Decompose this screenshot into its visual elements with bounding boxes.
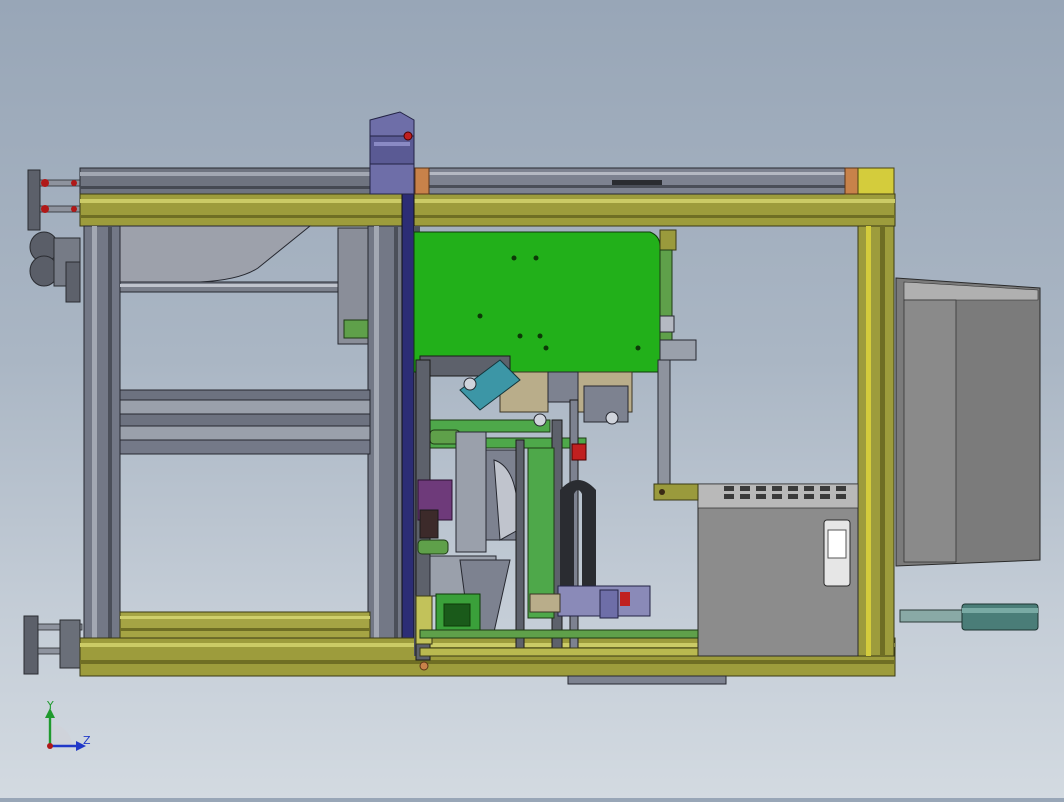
orientation-triad: Y Z bbox=[45, 699, 91, 751]
electrical-cabinet bbox=[895, 277, 1041, 567]
machine-assembly-drawing: Y Z bbox=[23, 111, 1041, 751]
left-lower-feet bbox=[23, 615, 83, 675]
mechanism-cluster bbox=[415, 355, 651, 661]
triad-y-label: Y bbox=[46, 699, 54, 712]
left-casters bbox=[29, 231, 81, 303]
triad-z-label: Z bbox=[83, 734, 91, 747]
pull-handle bbox=[899, 603, 1039, 631]
mid-rail-1 bbox=[119, 389, 371, 401]
cad-viewport[interactable]: Y Z bbox=[0, 0, 1064, 798]
power-supply-box bbox=[697, 483, 859, 657]
top-steel-rail-left bbox=[79, 167, 373, 195]
right-frame-post bbox=[857, 225, 895, 657]
bottom-olive-rail-left bbox=[119, 611, 371, 639]
hopper-chute bbox=[119, 225, 312, 283]
green-mounting-plate bbox=[413, 229, 697, 373]
control-box bbox=[369, 111, 415, 195]
top-olive-frame-rail bbox=[79, 193, 896, 227]
left-frame-post bbox=[83, 225, 121, 641]
left-leveling-feet bbox=[27, 169, 81, 231]
